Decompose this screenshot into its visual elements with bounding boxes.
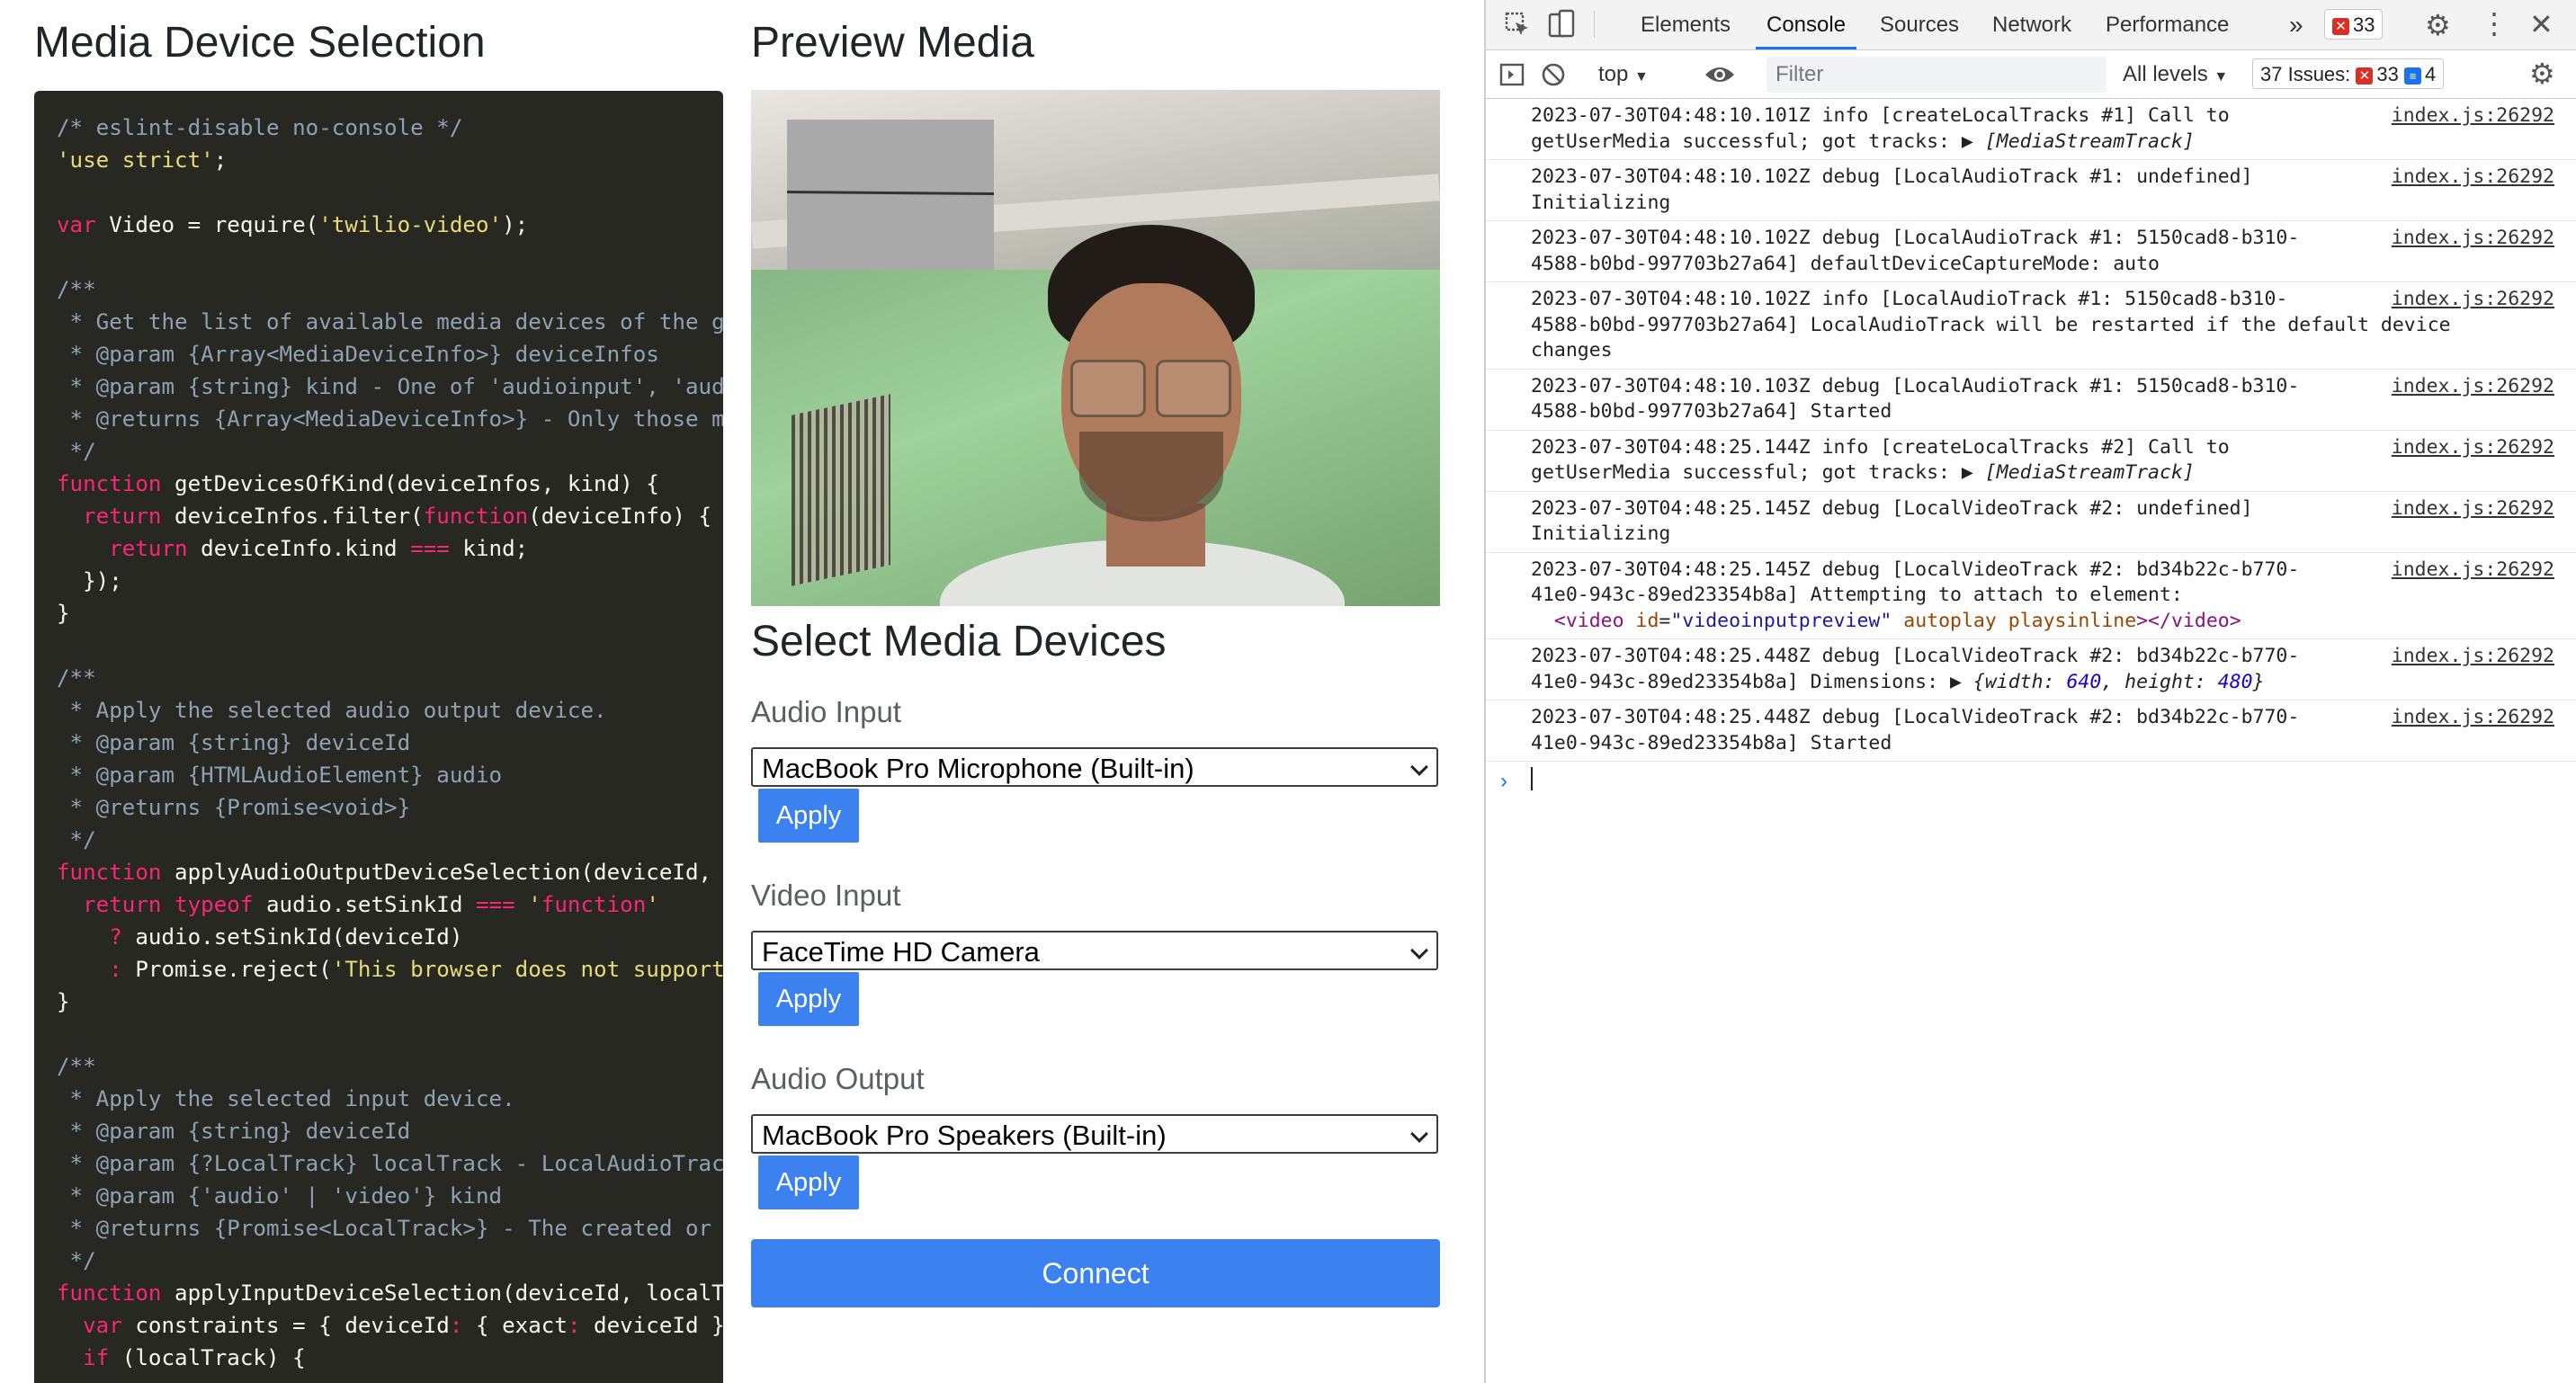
preview-title: Preview Media (751, 19, 1034, 67)
console-log-row: 2023-07-30T04:48:25.145Z debug [LocalVid… (1486, 553, 2576, 639)
log-source-link[interactable]: index.js:26292 (2392, 103, 2554, 129)
connect-button[interactable]: Connect (751, 1239, 1440, 1307)
console-log-list: 2023-07-30T04:48:10.101Z info [createLoc… (1486, 99, 2576, 762)
devtools-panel: Elements Console Sources Network Performance… (1484, 0, 2576, 1383)
log-source-link[interactable]: index.js:26292 (2392, 287, 2554, 313)
tab-performance[interactable]: Performance (2095, 0, 2240, 49)
audio-input-value: MacBook Pro Microphone (Built-in) (762, 753, 1194, 784)
code-text: /* eslint-disable no-console */ 'use str… (57, 115, 723, 1370)
video-preview (751, 90, 1440, 606)
console-log-row: 2023-07-30T04:48:10.103Z debug [LocalAud… (1486, 370, 2576, 431)
error-icon: ✕ (2356, 67, 2374, 85)
chevron-down-icon (1410, 1125, 1428, 1143)
clear-console-icon[interactable] (1540, 61, 1567, 88)
device-toolbar-icon[interactable] (1547, 9, 1576, 40)
console-log-row: 2023-07-30T04:48:10.101Z info [createLoc… (1486, 99, 2576, 160)
code-block[interactable]: /* eslint-disable no-console */ 'use str… (34, 91, 723, 1383)
console-log-row: 2023-07-30T04:48:25.145Z debug [LocalVid… (1486, 492, 2576, 553)
audio-output-label: Audio Output (751, 1062, 925, 1095)
sidebar-toggle-icon[interactable] (1498, 61, 1525, 88)
apply-audio-input-button[interactable]: Apply (758, 789, 859, 843)
console-log-row: 2023-07-30T04:48:25.448Z debug [LocalVid… (1486, 700, 2576, 762)
console-log-row: 2023-07-30T04:48:10.102Z info [LocalAudi… (1486, 282, 2576, 370)
console-input[interactable] (1531, 767, 1533, 790)
tab-elements[interactable]: Elements (1630, 0, 1741, 49)
chevron-down-icon (1410, 941, 1428, 959)
console-log-row: 2023-07-30T04:48:25.144Z info [createLoc… (1486, 431, 2576, 492)
audio-level-preview (787, 120, 994, 270)
media-page: Media Device Selection Preview Media /* … (0, 0, 1484, 1383)
devtools-tabbar: Elements Console Sources Network Performance… (1486, 0, 2576, 50)
audio-input-select[interactable]: MacBook Pro Microphone (Built-in) (751, 747, 1438, 787)
tab-network[interactable]: Network (1981, 0, 2082, 49)
log-source-link[interactable]: index.js:26292 (2392, 435, 2554, 461)
settings-gear-icon[interactable]: ⚙ (2425, 11, 2451, 40)
console-toolbar: top ▼ Filter All levels ▼ 37 Issues: ✕ 33… (1486, 50, 2576, 99)
apply-video-input-button[interactable]: Apply (758, 972, 859, 1026)
log-source-link[interactable]: index.js:26292 (2392, 374, 2554, 400)
log-source-link[interactable]: index.js:26292 (2392, 644, 2554, 670)
error-icon: ✕ (2332, 17, 2349, 35)
log-source-link[interactable]: index.js:26292 (2392, 705, 2554, 731)
select-devices-title: Select Media Devices (751, 618, 1167, 665)
log-source-link[interactable]: index.js:26292 (2392, 226, 2554, 252)
audio-output-select[interactable]: MacBook Pro Speakers (Built-in) (751, 1114, 1438, 1154)
log-levels-select[interactable]: All levels ▼ (2123, 59, 2228, 93)
console-prompt-icon: › (1500, 769, 1507, 793)
more-tabs-button[interactable]: » (2289, 0, 2303, 49)
page-title: Media Device Selection (34, 19, 486, 67)
info-message-icon: ≡ (2404, 67, 2422, 85)
console-log-row: 2023-07-30T04:48:25.448Z debug [LocalVid… (1486, 639, 2576, 700)
tab-sources[interactable]: Sources (1869, 0, 1970, 49)
console-log-row: 2023-07-30T04:48:10.102Z debug [LocalAud… (1486, 160, 2576, 221)
chevron-down-icon (1410, 758, 1428, 776)
video-input-value: FaceTime HD Camera (762, 936, 1040, 968)
tab-console[interactable]: Console (1756, 0, 1857, 49)
log-source-link[interactable]: index.js:26292 (2392, 165, 2554, 191)
issues-counter[interactable]: 37 Issues: ✕ 33 ≡ 4 (2252, 58, 2445, 89)
more-options-icon[interactable]: ⋮ (2480, 9, 2509, 38)
audio-output-value: MacBook Pro Speakers (Built-in) (762, 1120, 1167, 1151)
context-select[interactable]: top ▼ (1598, 59, 1649, 93)
inspect-element-icon[interactable] (1504, 11, 1531, 38)
console-filter-input[interactable]: Filter (1767, 57, 2106, 93)
live-expression-eye-icon[interactable] (1704, 62, 1736, 87)
error-badge[interactable]: ✕ 33 (2324, 9, 2384, 40)
log-source-link[interactable]: index.js:26292 (2392, 558, 2554, 584)
video-input-label: Video Input (751, 879, 901, 912)
close-devtools-icon[interactable]: ✕ (2529, 10, 2554, 39)
console-settings-gear-icon[interactable]: ⚙ (2529, 59, 2555, 88)
console-log-row: 2023-07-30T04:48:10.102Z debug [LocalAud… (1486, 221, 2576, 282)
log-source-link[interactable]: index.js:26292 (2392, 496, 2554, 522)
apply-audio-output-button[interactable]: Apply (758, 1155, 859, 1209)
audio-input-label: Audio Input (751, 695, 901, 728)
video-input-select[interactable]: FaceTime HD Camera (751, 931, 1438, 970)
